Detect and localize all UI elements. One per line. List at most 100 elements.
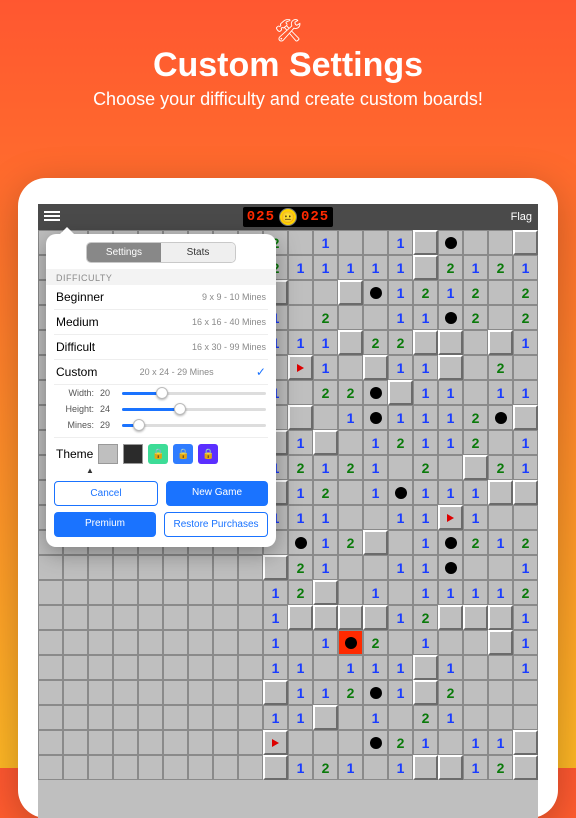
board-cell[interactable] <box>63 730 88 755</box>
board-cell[interactable] <box>188 705 213 730</box>
board-cell[interactable] <box>238 680 263 705</box>
board-cell[interactable]: 1 <box>413 305 438 330</box>
board-cell[interactable] <box>138 730 163 755</box>
board-cell[interactable]: 2 <box>438 255 463 280</box>
board-cell[interactable] <box>238 580 263 605</box>
board-cell[interactable]: 1 <box>363 705 388 730</box>
board-cell[interactable] <box>313 430 338 455</box>
board-cell[interactable] <box>338 605 363 630</box>
board-cell[interactable] <box>288 305 313 330</box>
board-cell[interactable] <box>38 730 63 755</box>
board-cell[interactable] <box>138 655 163 680</box>
board-cell[interactable]: 2 <box>488 255 513 280</box>
board-cell[interactable] <box>238 555 263 580</box>
board-cell[interactable] <box>363 530 388 555</box>
theme-locked[interactable]: 🔒 <box>148 444 168 464</box>
board-cell[interactable] <box>438 605 463 630</box>
board-cell[interactable]: 2 <box>313 480 338 505</box>
board-cell[interactable] <box>513 505 538 530</box>
premium-button[interactable]: Premium <box>54 512 156 537</box>
board-cell[interactable] <box>163 555 188 580</box>
board-cell[interactable]: 1 <box>313 355 338 380</box>
board-cell[interactable] <box>513 480 538 505</box>
board-cell[interactable]: 2 <box>288 580 313 605</box>
board-cell[interactable] <box>38 705 63 730</box>
board-cell[interactable]: 2 <box>288 555 313 580</box>
board-cell[interactable] <box>38 580 63 605</box>
board-cell[interactable] <box>163 630 188 655</box>
board-cell[interactable] <box>63 630 88 655</box>
board-cell[interactable] <box>363 555 388 580</box>
board-cell[interactable]: 2 <box>413 280 438 305</box>
theme-locked[interactable]: 🔒 <box>173 444 193 464</box>
theme-swatch-light[interactable] <box>98 444 118 464</box>
board-cell[interactable] <box>388 455 413 480</box>
board-cell[interactable] <box>488 680 513 705</box>
board-cell[interactable] <box>513 705 538 730</box>
board-cell[interactable]: 1 <box>313 530 338 555</box>
board-cell[interactable] <box>263 680 288 705</box>
board-cell[interactable]: 2 <box>513 530 538 555</box>
board-cell[interactable]: 1 <box>438 280 463 305</box>
board-cell[interactable] <box>388 380 413 405</box>
board-cell[interactable] <box>363 305 388 330</box>
board-cell[interactable] <box>113 630 138 655</box>
board-cell[interactable]: 2 <box>363 630 388 655</box>
board-cell[interactable]: 2 <box>488 455 513 480</box>
board-cell[interactable]: 2 <box>463 405 488 430</box>
board-cell[interactable]: 1 <box>388 255 413 280</box>
board-cell[interactable] <box>338 230 363 255</box>
difficulty-custom[interactable]: Custom 20 x 24 - 29 Mines ✓ <box>54 360 268 385</box>
board-cell[interactable] <box>88 680 113 705</box>
board-cell[interactable] <box>238 605 263 630</box>
tab-settings[interactable]: Settings <box>87 243 161 262</box>
board-cell[interactable]: 1 <box>388 355 413 380</box>
board-cell[interactable] <box>438 730 463 755</box>
board-cell[interactable] <box>38 680 63 705</box>
slider-height[interactable]: Height: 24 <box>54 401 268 417</box>
board-cell[interactable] <box>188 655 213 680</box>
board-cell[interactable]: 1 <box>313 330 338 355</box>
board-cell[interactable]: 1 <box>263 630 288 655</box>
slider-track[interactable] <box>122 392 266 395</box>
board-cell[interactable]: 1 <box>388 555 413 580</box>
board-cell[interactable] <box>288 280 313 305</box>
board-cell[interactable] <box>63 605 88 630</box>
board-cell[interactable]: 1 <box>513 380 538 405</box>
board-cell[interactable]: 1 <box>288 330 313 355</box>
difficulty-medium[interactable]: Medium 16 x 16 - 40 Mines <box>54 310 268 335</box>
board-cell[interactable] <box>113 605 138 630</box>
board-cell[interactable] <box>363 380 388 405</box>
board-cell[interactable] <box>338 580 363 605</box>
board-cell[interactable]: 1 <box>513 655 538 680</box>
board-cell[interactable] <box>38 655 63 680</box>
board-cell[interactable] <box>313 705 338 730</box>
board-cell[interactable] <box>388 705 413 730</box>
board-cell[interactable] <box>63 580 88 605</box>
board-cell[interactable]: 1 <box>413 380 438 405</box>
board-cell[interactable]: 2 <box>388 330 413 355</box>
board-cell[interactable]: 1 <box>438 405 463 430</box>
board-cell[interactable]: 2 <box>313 305 338 330</box>
board-cell[interactable] <box>413 230 438 255</box>
face-button[interactable]: 😐 <box>279 208 297 226</box>
board-cell[interactable] <box>513 730 538 755</box>
board-cell[interactable] <box>488 655 513 680</box>
board-cell[interactable]: 1 <box>263 605 288 630</box>
board-cell[interactable]: 1 <box>313 680 338 705</box>
board-cell[interactable]: 2 <box>413 455 438 480</box>
board-cell[interactable] <box>338 305 363 330</box>
tab-stats[interactable]: Stats <box>161 243 235 262</box>
board-cell[interactable] <box>488 405 513 430</box>
board-cell[interactable] <box>338 480 363 505</box>
board-cell[interactable] <box>213 605 238 630</box>
board-cell[interactable] <box>263 555 288 580</box>
board-cell[interactable] <box>113 730 138 755</box>
board-cell[interactable] <box>238 705 263 730</box>
board-cell[interactable] <box>463 655 488 680</box>
board-cell[interactable]: 2 <box>463 280 488 305</box>
board-cell[interactable]: 1 <box>313 255 338 280</box>
board-cell[interactable]: 2 <box>388 730 413 755</box>
board-cell[interactable] <box>338 555 363 580</box>
cancel-button[interactable]: Cancel <box>54 481 158 506</box>
